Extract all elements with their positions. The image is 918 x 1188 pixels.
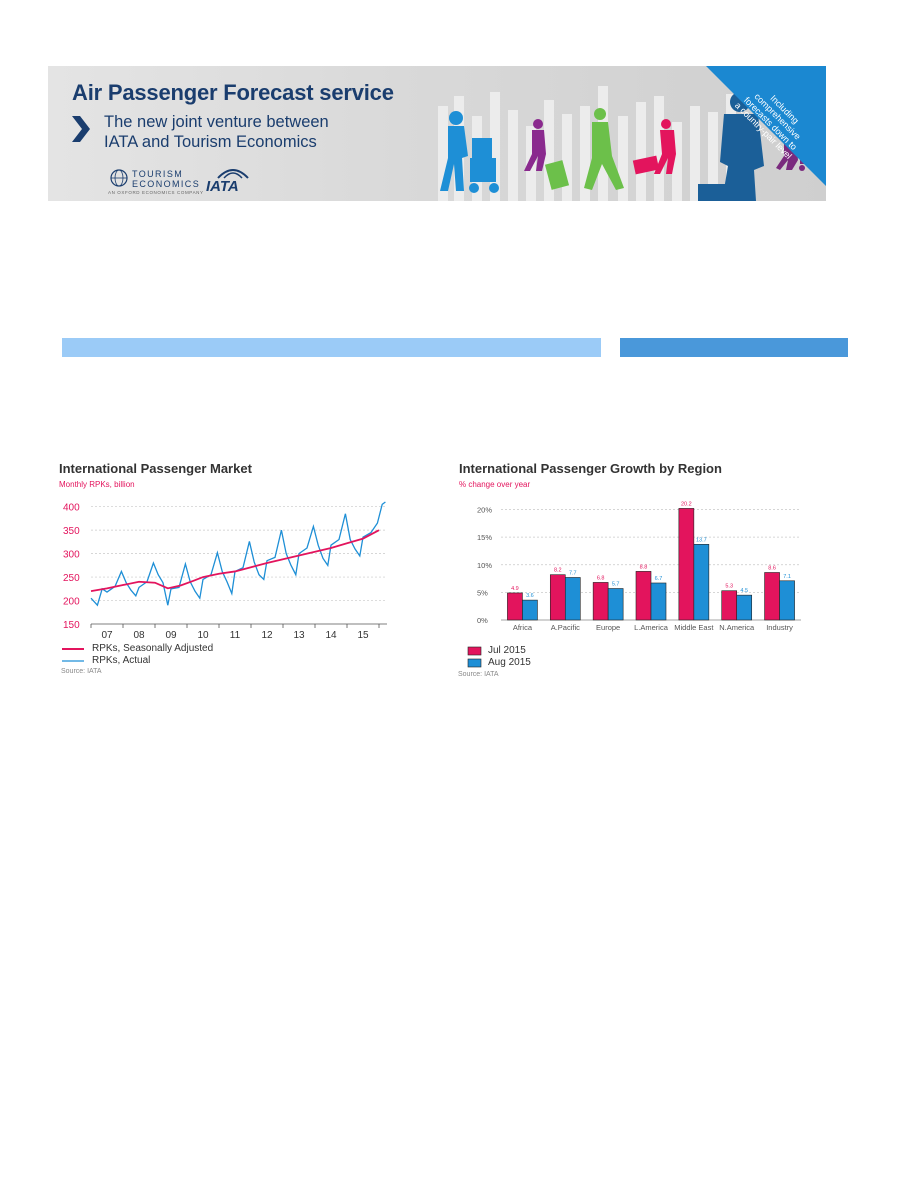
x-tick-label-13: 13 bbox=[293, 630, 305, 641]
bar-label-jul-2015-l-america: 8.8 bbox=[640, 564, 648, 570]
y-tick-label-150: 150 bbox=[63, 620, 80, 631]
line-legend-swatches bbox=[62, 648, 84, 662]
bar-aug-2015-europe bbox=[607, 588, 624, 621]
line-chart-subtitle: Monthly RPKs, billion bbox=[59, 480, 135, 489]
legend-label-seasonally-adjusted: RPKs, Seasonally Adjusted bbox=[92, 643, 214, 654]
bar-aug-2015-africa bbox=[522, 599, 538, 621]
y-tick-label-300: 300 bbox=[63, 550, 80, 561]
bar-label-aug-2015-africa: 3.6 bbox=[526, 593, 534, 599]
bar-jul-2015-n-america bbox=[721, 590, 738, 621]
series-line-seasonally-adjusted bbox=[90, 529, 380, 593]
te-logo-line1: TOURISM bbox=[132, 169, 184, 179]
chevron-right-icon bbox=[72, 116, 90, 142]
bar-jul-2015-l-america bbox=[635, 571, 652, 621]
bar-chart-source: Source: IATA bbox=[458, 671, 499, 678]
bar-legend-swatches bbox=[467, 646, 482, 668]
y-tick-label-350: 350 bbox=[63, 526, 80, 537]
tourism-economics-name: TOURISM ECONOMICS bbox=[132, 169, 200, 189]
x-tick-label-10: 10 bbox=[197, 630, 209, 641]
bar-chart-title: International Passenger Growth by Region bbox=[459, 461, 722, 476]
x-tick-label-14: 14 bbox=[325, 630, 337, 641]
y-tick-label-10: 10% bbox=[477, 561, 492, 570]
x-tick-label-africa: Africa bbox=[513, 623, 533, 632]
banner-subtitle-line2: IATA and Tourism Economics bbox=[104, 133, 317, 151]
bar-aug-2015-n-america bbox=[736, 594, 753, 621]
section-bar-left bbox=[62, 338, 601, 357]
bar-label-aug-2015-a-pacific: 7.7 bbox=[569, 570, 577, 576]
bar-chart: 0% 5% 10% 15% 20% 4.9 3.6 Africa 8.2 7.7 A.Pacific… bbox=[477, 501, 801, 632]
line-chart: 150 200 250 300 350 400 07 08 09 10 11 12 13 14 15 bbox=[63, 501, 387, 641]
y-tick-label-15: 15% bbox=[477, 533, 492, 542]
x-tick-label-industry: Industry bbox=[766, 623, 793, 632]
x-tick-label-07: 07 bbox=[101, 630, 113, 641]
corner-ribbon: Including comprehensive forecasts down t… bbox=[706, 66, 826, 186]
banner-subtitle: The new joint venture between IATA and T… bbox=[104, 112, 424, 152]
banner-title: Air Passenger Forecast service bbox=[72, 80, 394, 105]
bar-label-jul-2015-n-america: 5.3 bbox=[725, 584, 733, 590]
bar-label-jul-2015-europe: 6.8 bbox=[597, 575, 605, 581]
bar-jul-2015-a-pacific bbox=[549, 574, 566, 621]
bar-label-jul-2015-middle-east: 20.2 bbox=[681, 501, 692, 507]
bar-jul-2015-middle-east bbox=[678, 508, 695, 621]
bar-jul-2015-industry bbox=[764, 572, 780, 621]
x-tick-label-15: 15 bbox=[357, 630, 369, 641]
bar-label-aug-2015-middle-east: 13.7 bbox=[696, 537, 707, 543]
y-tick-label-20: 20% bbox=[477, 506, 492, 515]
x-tick-label-a-pacific: A.Pacific bbox=[551, 623, 580, 632]
y-tick-label-5: 5% bbox=[477, 588, 488, 597]
bar-label-aug-2015-industry: 7.1 bbox=[783, 574, 791, 580]
y-tick-label-400: 400 bbox=[63, 503, 80, 514]
tourism-economics-logo: TOURISM ECONOMICS AN OXFORD ECONOMICS CO… bbox=[108, 168, 218, 196]
x-tick-label-12: 12 bbox=[261, 630, 273, 641]
bar-aug-2015-middle-east bbox=[693, 544, 710, 621]
y-tick-label-0: 0% bbox=[477, 616, 488, 625]
bar-label-aug-2015-europe: 5.7 bbox=[612, 582, 620, 588]
x-tick-label-09: 09 bbox=[165, 630, 177, 641]
bar-label-jul-2015-a-pacific: 8.2 bbox=[554, 568, 562, 574]
bar-aug-2015-l-america bbox=[650, 582, 667, 621]
iata-logo: IATA bbox=[206, 166, 266, 196]
line-chart-source: Source: IATA bbox=[61, 668, 102, 675]
section-bar-right bbox=[620, 338, 848, 357]
banner-subtitle-line1: The new joint venture between bbox=[104, 113, 329, 131]
banner: Air Passenger Forecast service The new j… bbox=[48, 66, 826, 201]
bar-label-aug-2015-l-america: 6.7 bbox=[655, 576, 663, 582]
x-tick-label-l-america: L.America bbox=[634, 623, 669, 632]
bar-jul-2015-europe bbox=[592, 582, 609, 621]
bar-label-aug-2015-n-america: 4.5 bbox=[740, 588, 748, 594]
legend-label-actual: RPKs, Actual bbox=[92, 655, 151, 666]
bar-jul-2015-africa bbox=[507, 592, 523, 621]
iata-logo-text: IATA bbox=[206, 178, 239, 195]
bar-chart-subtitle: % change over year bbox=[459, 480, 531, 489]
legend-label-jul-2015: Jul 2015 bbox=[488, 645, 526, 656]
y-tick-label-250: 250 bbox=[63, 573, 80, 584]
bar-aug-2015-industry bbox=[779, 580, 795, 621]
y-tick-label-200: 200 bbox=[63, 597, 80, 608]
x-tick-label-11: 11 bbox=[230, 630, 241, 641]
line-chart-title: International Passenger Market bbox=[59, 461, 252, 476]
te-logo-tagline: AN OXFORD ECONOMICS COMPANY bbox=[108, 190, 204, 195]
bar-aug-2015-a-pacific bbox=[564, 577, 581, 621]
globe-icon bbox=[110, 169, 128, 187]
bar-label-jul-2015-africa: 4.9 bbox=[511, 586, 519, 592]
legend-label-aug-2015: Aug 2015 bbox=[488, 657, 531, 668]
te-logo-line2: ECONOMICS bbox=[132, 179, 201, 189]
legend-swatch-jul-2015 bbox=[467, 646, 482, 656]
x-tick-label-europe: Europe bbox=[596, 623, 620, 632]
x-tick-label-middle-east: Middle East bbox=[674, 623, 714, 632]
legend-swatch-aug-2015 bbox=[467, 658, 482, 668]
x-tick-label-n-america: N.America bbox=[719, 623, 755, 632]
bar-label-jul-2015-industry: 8.6 bbox=[768, 565, 776, 571]
x-tick-label-08: 08 bbox=[133, 630, 145, 641]
